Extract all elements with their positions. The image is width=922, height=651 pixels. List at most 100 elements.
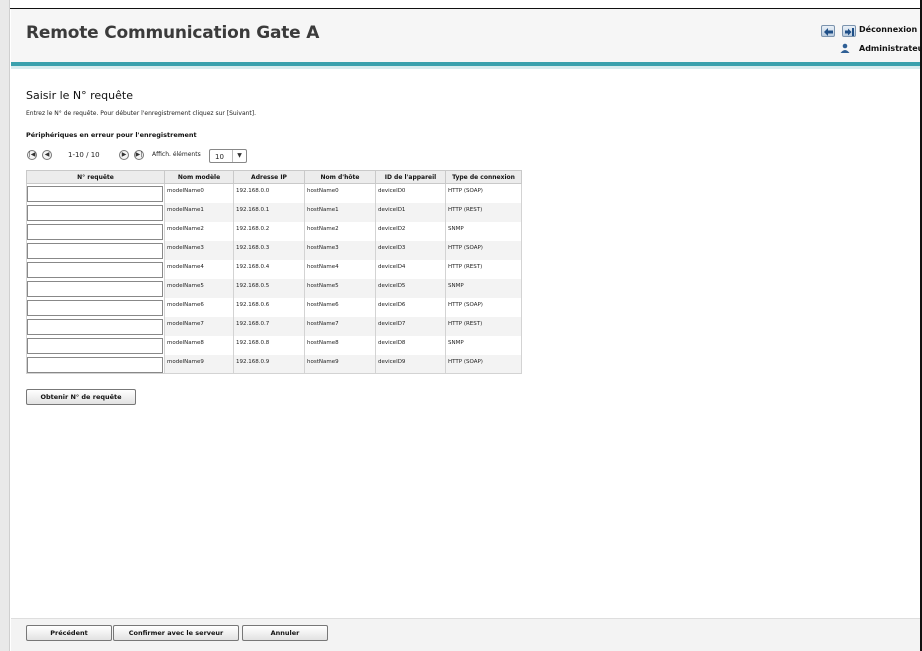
host-name-cell: hostName5 xyxy=(304,278,376,298)
connection-type-cell: HTTP (SOAP) xyxy=(445,240,522,260)
col-model-name: Nom modèle xyxy=(164,170,234,184)
items-per-page-select[interactable]: 10 ▼ xyxy=(209,149,247,163)
request-number-input[interactable] xyxy=(27,242,163,259)
cancel-button[interactable]: Annuler xyxy=(242,625,328,641)
back-arrow-icon xyxy=(824,28,833,36)
device-id-cell: deviceID6 xyxy=(375,297,446,317)
device-id-cell: deviceID2 xyxy=(375,221,446,241)
device-id-cell: deviceID8 xyxy=(375,335,446,355)
header-accent-shadow xyxy=(11,66,920,69)
table-row: modelName6 192.168.0.6 hostName6 deviceID6 H… xyxy=(26,297,522,317)
request-number-cell xyxy=(26,354,165,374)
model-name-cell: modelName6 xyxy=(164,297,234,317)
ip-address-cell: 192.168.0.4 xyxy=(233,259,305,279)
table-row: modelName9 192.168.0.9 hostName9 deviceID9 H… xyxy=(26,354,522,374)
section-title: Périphériques en erreur pour l'enregistr… xyxy=(26,131,197,139)
items-per-page-label: Affich. éléments xyxy=(152,151,201,158)
host-name-cell: hostName7 xyxy=(304,316,376,336)
confirm-with-server-button[interactable]: Confirmer avec le serveur xyxy=(113,625,239,641)
logout-icon xyxy=(845,28,854,36)
model-name-cell: modelName8 xyxy=(164,335,234,355)
connection-type-cell: SNMP xyxy=(445,221,522,241)
table-row: modelName3 192.168.0.3 hostName3 deviceID3 H… xyxy=(26,240,522,260)
request-number-cell xyxy=(26,259,165,279)
ip-address-cell: 192.168.0.0 xyxy=(233,183,305,203)
table-row: modelName7 192.168.0.7 hostName7 deviceID7 H… xyxy=(26,316,522,336)
device-id-cell: deviceID5 xyxy=(375,278,446,298)
model-name-cell: modelName2 xyxy=(164,221,234,241)
prev-page-icon[interactable]: ◀ xyxy=(42,150,52,160)
device-id-cell: deviceID7 xyxy=(375,316,446,336)
model-name-cell: modelName4 xyxy=(164,259,234,279)
logout-label[interactable]: Déconnexion xyxy=(859,25,917,34)
host-name-cell: hostName3 xyxy=(304,240,376,260)
next-page-icon[interactable]: ▶ xyxy=(119,150,129,160)
request-number-input[interactable] xyxy=(27,204,163,221)
request-number-cell xyxy=(26,202,165,222)
request-number-input[interactable] xyxy=(27,280,163,297)
model-name-cell: modelName3 xyxy=(164,240,234,260)
ip-address-cell: 192.168.0.5 xyxy=(233,278,305,298)
table-row: modelName2 192.168.0.2 hostName2 deviceID2 S… xyxy=(26,221,522,241)
chevron-down-icon[interactable]: ▼ xyxy=(232,150,246,162)
app-header: Remote Communication Gate A Déconnexion … xyxy=(11,9,922,62)
col-host-name: Nom d'hôte xyxy=(304,170,376,184)
host-name-cell: hostName8 xyxy=(304,335,376,355)
last-page-icon[interactable]: ▶| xyxy=(134,150,144,160)
connection-type-cell: HTTP (REST) xyxy=(445,259,522,279)
request-number-input[interactable] xyxy=(27,186,163,202)
previous-button[interactable]: Précédent xyxy=(26,625,112,641)
user-name-label: Administrateur xyxy=(859,44,922,53)
ip-address-cell: 192.168.0.1 xyxy=(233,202,305,222)
get-request-number-button[interactable]: Obtenir N° de requête xyxy=(26,389,136,405)
connection-type-cell: HTTP (REST) xyxy=(445,202,522,222)
request-number-input[interactable] xyxy=(27,356,163,373)
model-name-cell: modelName9 xyxy=(164,354,234,374)
model-name-cell: modelName7 xyxy=(164,316,234,336)
connection-type-cell: HTTP (SOAP) xyxy=(445,297,522,317)
model-name-cell: modelName0 xyxy=(164,183,234,203)
page-title: Saisir le N° requête xyxy=(26,89,133,102)
table-row: modelName4 192.168.0.4 hostName4 deviceID4 H… xyxy=(26,259,522,279)
table-row: modelName1 192.168.0.1 hostName1 deviceID1 H… xyxy=(26,202,522,222)
table-row: modelName0 192.168.0.0 hostName0 deviceID0 H… xyxy=(26,183,522,203)
window-left-frame xyxy=(0,0,10,651)
request-number-cell xyxy=(26,278,165,298)
request-number-cell xyxy=(26,335,165,355)
user-icon xyxy=(840,43,850,53)
ip-address-cell: 192.168.0.8 xyxy=(233,335,305,355)
table-row: modelName5 192.168.0.5 hostName5 deviceID5 S… xyxy=(26,278,522,298)
host-name-cell: hostName4 xyxy=(304,259,376,279)
host-name-cell: hostName6 xyxy=(304,297,376,317)
request-number-input[interactable] xyxy=(27,299,163,316)
device-id-cell: deviceID0 xyxy=(375,183,446,203)
request-number-cell xyxy=(26,221,165,241)
request-number-cell xyxy=(26,183,165,203)
page-range-text: 1-10 / 10 xyxy=(68,151,100,159)
ip-address-cell: 192.168.0.7 xyxy=(233,316,305,336)
first-page-icon[interactable]: |◀ xyxy=(27,150,37,160)
request-number-input[interactable] xyxy=(27,337,163,354)
host-name-cell: hostName0 xyxy=(304,183,376,203)
device-id-cell: deviceID1 xyxy=(375,202,446,222)
request-number-cell xyxy=(26,316,165,336)
request-number-input[interactable] xyxy=(27,223,163,240)
logout-button[interactable] xyxy=(842,25,856,37)
request-number-cell xyxy=(26,297,165,317)
col-request-number: N° requête xyxy=(26,170,165,184)
request-number-input[interactable] xyxy=(27,318,163,335)
devices-table: N° requête Nom modèle Adresse IP Nom d'h… xyxy=(26,170,522,374)
device-id-cell: deviceID4 xyxy=(375,259,446,279)
model-name-cell: modelName1 xyxy=(164,202,234,222)
table-row: modelName8 192.168.0.8 hostName8 deviceID8 S… xyxy=(26,335,522,355)
connection-type-cell: SNMP xyxy=(445,278,522,298)
back-button[interactable] xyxy=(821,25,835,37)
device-id-cell: deviceID3 xyxy=(375,240,446,260)
request-number-cell xyxy=(26,240,165,260)
request-number-input[interactable] xyxy=(27,261,163,278)
devices-table-body: modelName0 192.168.0.0 hostName0 deviceID0 H… xyxy=(26,183,522,374)
ip-address-cell: 192.168.0.6 xyxy=(233,297,305,317)
connection-type-cell: HTTP (SOAP) xyxy=(445,183,522,203)
connection-type-cell: HTTP (REST) xyxy=(445,316,522,336)
instruction-text: Entrez le N° de requête. Pour débuter l'… xyxy=(26,110,257,117)
